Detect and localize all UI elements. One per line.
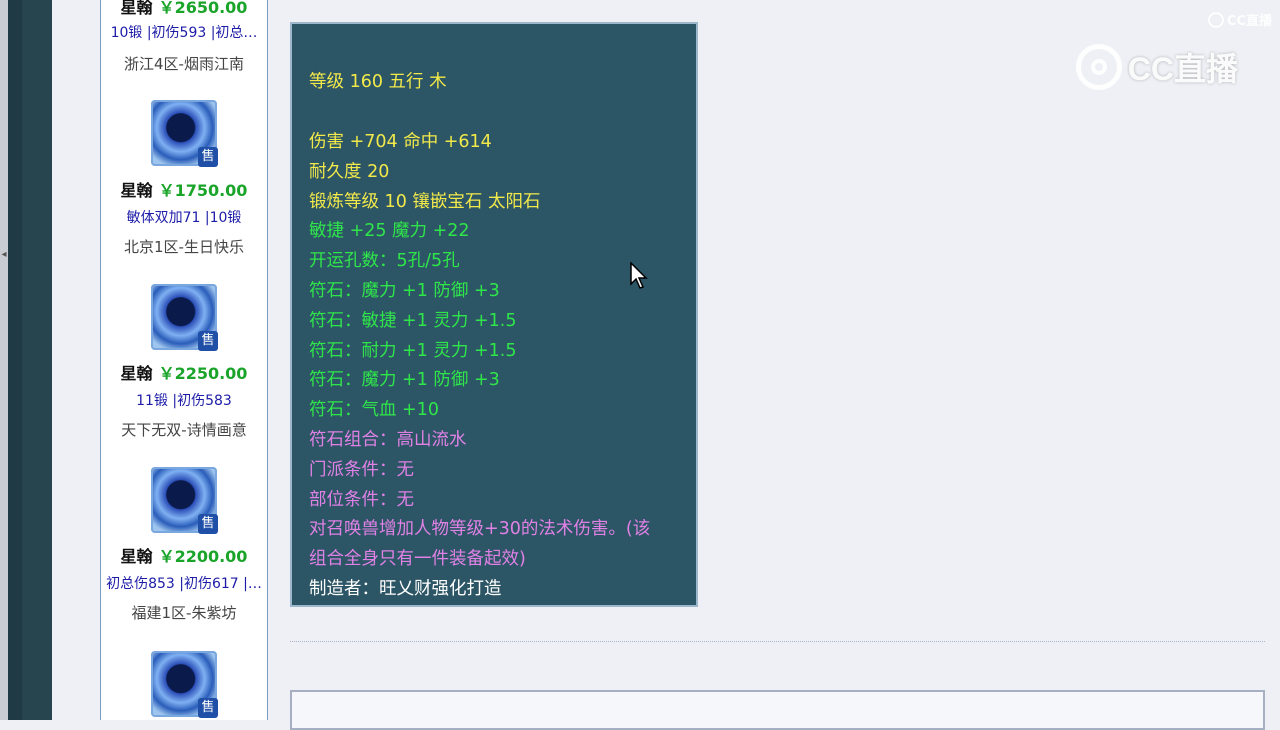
item-tags[interactable]: 11锻 |初伤583 bbox=[101, 390, 267, 410]
tooltip-line-rune: 符石：魔力 +1 防御 +3 bbox=[309, 281, 500, 301]
watermark-text: CC直播 bbox=[1127, 51, 1238, 87]
tooltip-line-effect: 组合全身只有一件装备起效) bbox=[309, 549, 526, 569]
tooltip-line-forge: 锻炼等级 10 镶嵌宝石 太阳石 bbox=[309, 192, 541, 212]
tooltip-line-rune: 符石：耐力 +1 灵力 +1.5 bbox=[309, 341, 517, 361]
left-frame-dark bbox=[8, 0, 22, 720]
item-server: 浙江4区-烟雨江南 bbox=[124, 55, 244, 73]
tooltip-line-effect: 对召唤兽增加人物等级+30的法术伤害。(该 bbox=[309, 519, 651, 539]
cc-logo-icon bbox=[1207, 11, 1224, 28]
tooltip-line-rune: 符石：敏捷 +1 灵力 +1.5 bbox=[309, 311, 517, 331]
weapon-icon[interactable]: 售 bbox=[151, 284, 218, 351]
window-edge bbox=[0, 0, 8, 720]
item-title[interactable]: 星翰 ￥2200.00 bbox=[101, 543, 267, 567]
item-price: ￥2200.00 bbox=[158, 547, 248, 566]
item-title[interactable]: 星翰 ￥2250.00 bbox=[101, 360, 267, 384]
item-name: 星翰 bbox=[120, 547, 153, 566]
item-name: 星翰 bbox=[120, 181, 153, 200]
item-title[interactable]: 星翰 ￥1750.00 bbox=[101, 177, 267, 201]
tooltip-line-school-req: 门派条件：无 bbox=[309, 460, 414, 480]
item-price: ￥2650.00 bbox=[158, 0, 248, 17]
tooltip-line-maker: 制造者：旺乂财强化打造 bbox=[309, 579, 502, 599]
tooltip-line-slot-req: 部位条件：无 bbox=[309, 490, 414, 510]
item-tags[interactable]: 初总伤853 |初伤617 |… bbox=[101, 573, 267, 593]
tooltip-line-rune-set: 符石组合：高山流水 bbox=[309, 430, 467, 450]
content-divider bbox=[290, 641, 1265, 642]
mouse-cursor-icon bbox=[630, 262, 648, 289]
left-frame-panel bbox=[22, 0, 52, 720]
item-name: 星翰 bbox=[120, 0, 153, 17]
item-price: ￥2250.00 bbox=[158, 364, 248, 383]
weapon-icon[interactable]: 售 bbox=[151, 100, 218, 167]
item-list-sidebar: 星翰 ￥2650.00 10锻 |初伤593 |初总… 浙江4区-烟雨江南 售 星… bbox=[100, 0, 268, 720]
watermark: CC直播 bbox=[1075, 44, 1238, 90]
sell-badge: 售 bbox=[198, 331, 218, 351]
tooltip-line-slots: 开运孔数：5孔/5孔 bbox=[309, 251, 460, 271]
sell-badge: 售 bbox=[198, 698, 218, 718]
tooltip-line-stats: 敏捷 +25 魔力 +22 bbox=[309, 221, 470, 241]
tooltip-line-level: 等级 160 五行 木 bbox=[309, 72, 447, 92]
item-tags[interactable]: 敏体双加71 |10锻 bbox=[101, 207, 267, 227]
item-server: 福建1区-朱紫坊 bbox=[131, 604, 237, 622]
tooltip-line-rune: 符石：气血 +10 bbox=[309, 400, 439, 420]
collapse-handle-icon[interactable]: ◂ bbox=[0, 245, 8, 265]
sell-badge: 售 bbox=[198, 514, 218, 534]
tooltip-line-durability: 耐久度 20 bbox=[309, 162, 390, 182]
tooltip-line-rune: 符石：魔力 +1 防御 +3 bbox=[309, 370, 500, 390]
item-tags[interactable]: 10锻 |初伤593 |初总… bbox=[101, 22, 267, 42]
weapon-icon[interactable]: 售 bbox=[151, 467, 218, 534]
item-server: 天下无双-诗情画意 bbox=[121, 421, 247, 439]
cc-logo-icon bbox=[1075, 44, 1122, 90]
item-price: ￥1750.00 bbox=[158, 181, 248, 200]
weapon-icon[interactable]: 售 bbox=[151, 651, 218, 718]
watermark-small-text: CC直播 bbox=[1226, 14, 1272, 29]
watermark-small: CC直播 bbox=[1207, 10, 1272, 29]
item-server: 北京1区-生日快乐 bbox=[124, 238, 244, 256]
left-frame-gap bbox=[52, 0, 100, 720]
item-detail-tooltip: 等级 160 五行 木 伤害 +704 命中 +614 耐久度 20 锻炼等级 … bbox=[290, 22, 698, 607]
description-box bbox=[290, 690, 1265, 730]
item-title[interactable]: 星翰 ￥2650.00 bbox=[101, 0, 267, 18]
tooltip-line-damage: 伤害 +704 命中 +614 bbox=[309, 132, 492, 152]
item-name: 星翰 bbox=[120, 364, 153, 383]
sell-badge: 售 bbox=[198, 147, 218, 167]
